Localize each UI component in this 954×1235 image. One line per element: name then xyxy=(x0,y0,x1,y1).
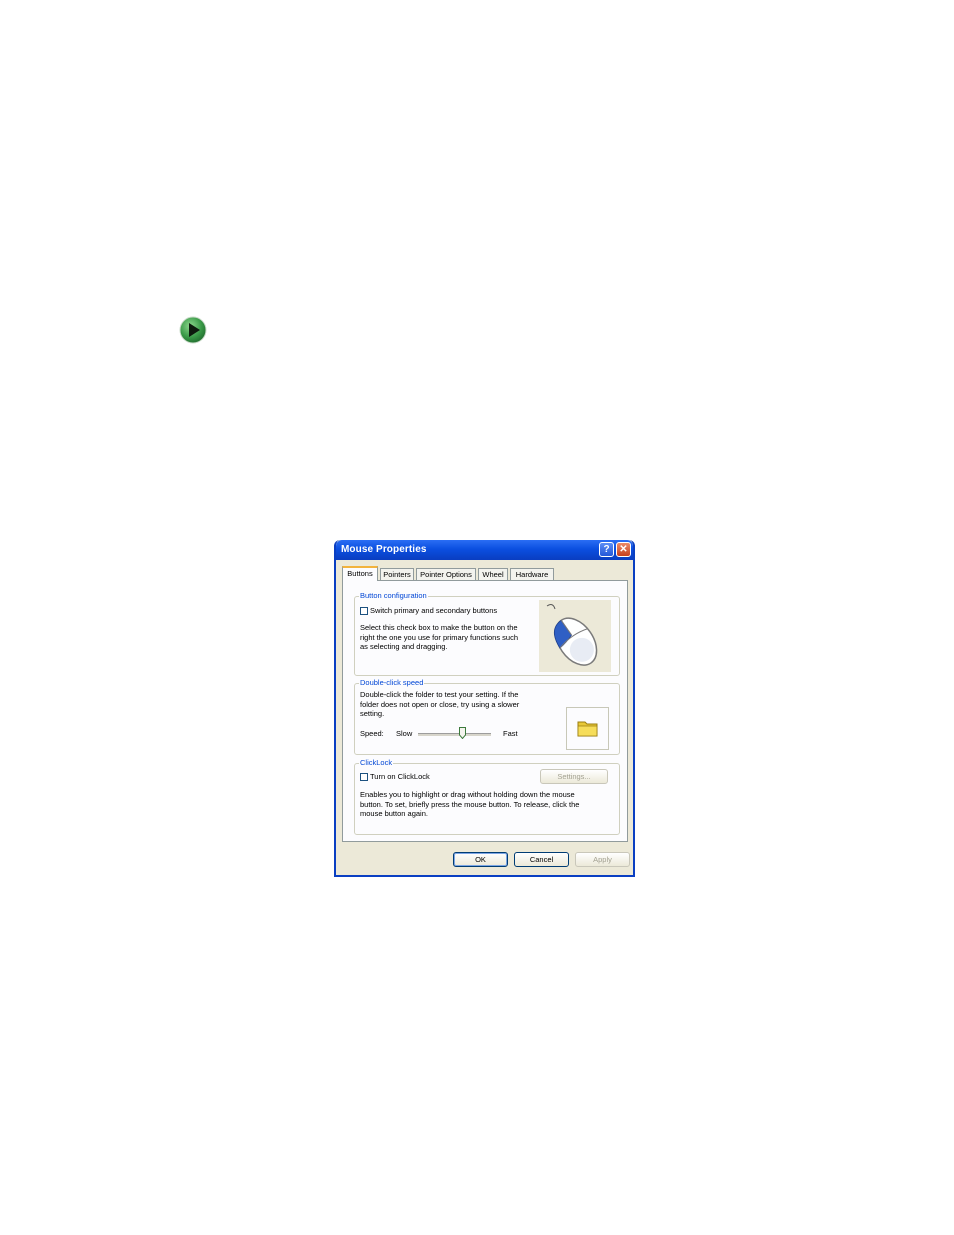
clicklock-description-line-3: mouse button again. xyxy=(360,809,428,818)
tab-hardware[interactable]: Hardware xyxy=(510,568,554,580)
mouse-icon xyxy=(539,600,611,672)
double-click-legend: Double-click speed xyxy=(359,678,425,687)
tab-pointer-options[interactable]: Pointer Options xyxy=(416,568,476,580)
ok-button[interactable]: OK xyxy=(453,852,508,867)
clicklock-group: ClickLock Turn on ClickLock Settings... … xyxy=(354,758,620,835)
button-config-description-line-2: right the one you use for primary functi… xyxy=(360,632,518,642)
double-click-description-line-2: folder does not open or close, try using… xyxy=(360,699,520,709)
speed-slider-thumb[interactable] xyxy=(459,727,466,739)
button-config-description-line-1: Select this check box to make the button… xyxy=(360,623,518,632)
folder-test-area[interactable] xyxy=(566,707,609,750)
fast-label: Fast xyxy=(503,729,518,738)
button-configuration-group: Button configuration Switch primary and … xyxy=(354,591,620,676)
close-button[interactable]: ✕ xyxy=(616,542,631,557)
clicklock-label[interactable]: Turn on ClickLock xyxy=(370,772,430,782)
tab-buttons[interactable]: Buttons xyxy=(342,566,378,581)
clicklock-settings-button[interactable]: Settings... xyxy=(540,769,608,784)
clicklock-description-line-1: Enables you to highlight or drag without… xyxy=(360,790,575,799)
clicklock-description-line-2: button. To set, briefly press the mouse … xyxy=(360,799,580,809)
apply-button[interactable]: Apply xyxy=(575,852,630,867)
clicklock-checkbox[interactable] xyxy=(360,773,368,781)
folder-icon[interactable] xyxy=(567,708,608,749)
clicklock-legend: ClickLock xyxy=(359,758,394,767)
tab-panel-buttons: Button configuration Switch primary and … xyxy=(342,580,628,842)
speed-label: Speed: xyxy=(360,729,384,738)
title-bar[interactable]: Mouse Properties ? ✕ xyxy=(336,540,633,560)
switch-buttons-checkbox[interactable] xyxy=(360,607,368,615)
tab-pointers[interactable]: Pointers xyxy=(380,568,414,580)
green-arrow-icon xyxy=(179,316,207,344)
double-click-speed-group: Double-click speed Double-click the fold… xyxy=(354,678,620,755)
speed-slider-track[interactable] xyxy=(418,733,491,736)
button-configuration-legend: Button configuration xyxy=(359,591,428,600)
tab-wheel[interactable]: Wheel xyxy=(478,568,508,580)
button-config-description-line-3: as selecting and dragging. xyxy=(360,642,448,651)
window-title: Mouse Properties xyxy=(341,544,427,555)
switch-buttons-label[interactable]: Switch primary and secondary buttons xyxy=(370,606,497,616)
mouse-properties-dialog: Mouse Properties ? ✕ Buttons Pointers Po… xyxy=(334,540,635,877)
help-button[interactable]: ? xyxy=(599,542,614,557)
cancel-button[interactable]: Cancel xyxy=(514,852,569,867)
double-click-description-line-3: setting. xyxy=(360,709,385,718)
double-click-description-line-1: Double-click the folder to test your set… xyxy=(360,690,519,699)
slow-label: Slow xyxy=(396,729,413,738)
